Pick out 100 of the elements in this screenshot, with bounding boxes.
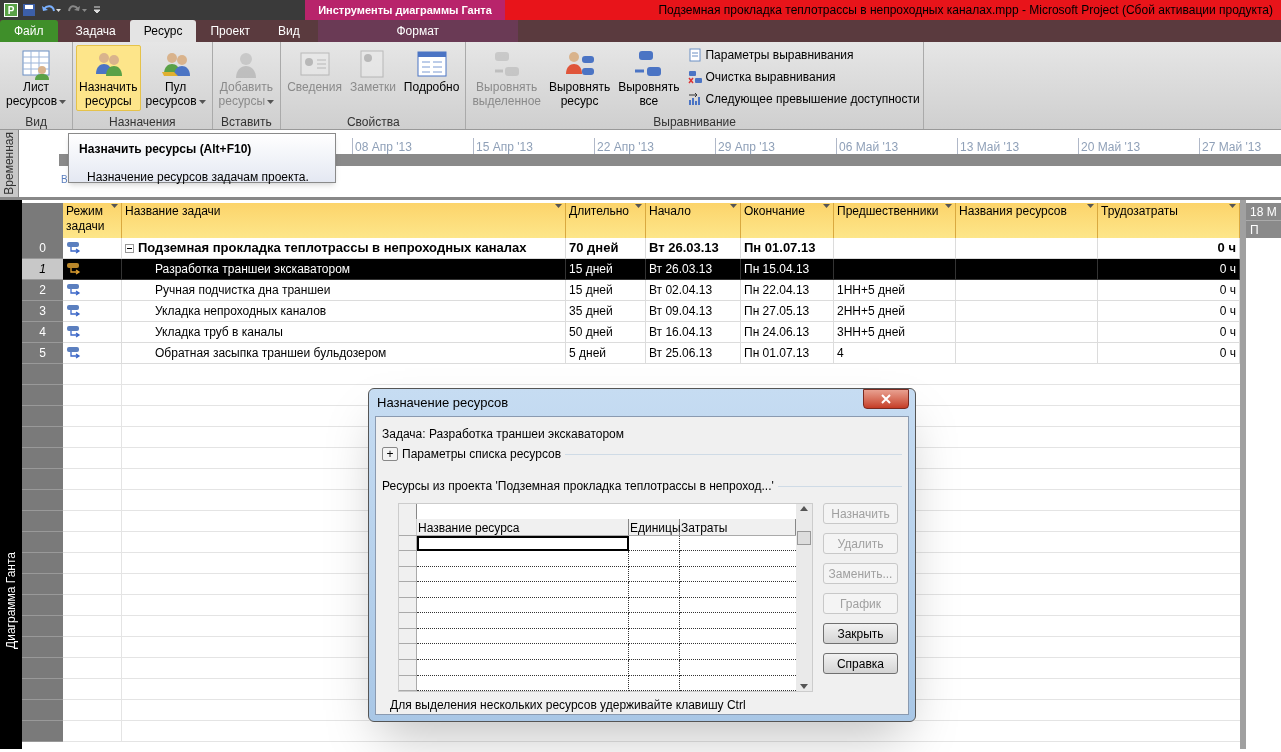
- finish-cell-text: Пн 24.06.13: [744, 324, 810, 341]
- tooltip-description: Назначение ресурсов задачам проекта.: [86, 169, 310, 186]
- column-header[interactable]: Режим задачи: [63, 203, 122, 238]
- row-number[interactable]: 5: [22, 343, 63, 364]
- close-button[interactable]: [863, 388, 909, 409]
- grid-cell[interactable]: [629, 659, 680, 676]
- ribbon-button[interactable]: Лист ресурсов: [3, 45, 70, 111]
- finish-cell-text: Пн 01.07.13: [744, 345, 810, 362]
- grid-cell[interactable]: [629, 628, 680, 645]
- column-header[interactable]: Название задачи: [122, 203, 566, 238]
- window-title: Подземная прокладка теплотрассы в непроходных каналах.mpp - Microsoft Project (Сбой активации продукта): [657, 2, 1274, 19]
- work-cell-text: 0 ч: [1219, 261, 1236, 278]
- ribbon-button[interactable]: Выровнять все: [615, 45, 683, 111]
- grid-cell[interactable]: [417, 597, 629, 614]
- grid-cell[interactable]: [417, 535, 629, 552]
- expand-button[interactable]: +: [382, 447, 398, 461]
- ribbon-button[interactable]: Назначить ресурсы: [76, 45, 141, 111]
- context-tab-title: Инструменты диаграммы Ганта: [305, 0, 505, 20]
- column-header[interactable]: Названия ресурсов: [956, 203, 1098, 238]
- grid-cell[interactable]: [629, 644, 680, 660]
- ribbon-tab[interactable]: Проект: [196, 20, 264, 42]
- view-label: Диаграмма Ганта: [3, 552, 19, 649]
- row-number[interactable]: 0: [22, 238, 63, 259]
- group-label: Свойства: [345, 114, 401, 129]
- ribbon-tab[interactable]: Ресурс: [129, 20, 197, 42]
- duration-cell-text: 15 дней: [569, 282, 613, 299]
- grid-cell[interactable]: [629, 613, 680, 629]
- group-label: Выравнивание: [652, 114, 737, 129]
- options-label: Параметры списка ресурсов: [402, 446, 562, 463]
- scroll-thumb[interactable]: [797, 530, 811, 545]
- ribbon-small-button[interactable]: Следующее превышение доступности: [688, 89, 920, 108]
- ribbon-tab[interactable]: Формат: [317, 20, 518, 42]
- work-cell-text: 0 ч: [1219, 282, 1236, 299]
- grid-cell[interactable]: [417, 582, 629, 598]
- scroll-down-icon[interactable]: [800, 684, 808, 689]
- column-header[interactable]: Окончание: [741, 203, 834, 238]
- ribbon-small-button[interactable]: Параметры выравнивания: [688, 45, 920, 64]
- save-icon[interactable]: [22, 3, 36, 17]
- caret-icon: [267, 99, 275, 104]
- work-cell-text: 0 ч: [1219, 345, 1236, 362]
- grid-cell[interactable]: [417, 675, 629, 691]
- start-cell-text: Вт 16.04.13: [649, 324, 713, 341]
- ribbon-small-button[interactable]: Очистка выравнивания: [688, 67, 920, 86]
- row-number[interactable]: 3: [22, 301, 63, 322]
- start-cell-text: Вт 26.03.13: [649, 239, 719, 258]
- grid-column-header: Единицы: [629, 518, 680, 535]
- resource-grid[interactable]: Название ресурса ЕдиницыЗатраты: [398, 503, 813, 692]
- caret-icon: [198, 99, 206, 104]
- row-number[interactable]: 4: [22, 322, 63, 343]
- task-name: Обратная засыпка траншеи бульдозером: [154, 345, 387, 362]
- grid-cell[interactable]: [629, 551, 680, 567]
- ribbon-button[interactable]: Подробно: [400, 45, 463, 111]
- column-header[interactable]: Длительно: [566, 203, 646, 238]
- caret-icon: [111, 204, 118, 208]
- corner-cell[interactable]: [22, 203, 63, 238]
- grid-cell[interactable]: [417, 628, 629, 645]
- grid-cell[interactable]: [629, 582, 680, 598]
- grid-corner: [399, 504, 417, 519]
- caret-icon: [635, 204, 642, 208]
- grid-cell[interactable]: [629, 597, 680, 614]
- scrollbar[interactable]: [796, 504, 812, 691]
- row-number[interactable]: 2: [22, 280, 63, 301]
- ribbon-button[interactable]: Пул ресурсов: [142, 45, 209, 111]
- grid-cell[interactable]: [417, 659, 629, 676]
- caret-icon: [945, 204, 952, 208]
- caret-icon: [1087, 204, 1094, 208]
- grid-cell[interactable]: [417, 644, 629, 660]
- grid-cell[interactable]: [417, 566, 629, 583]
- dialog-button[interactable]: Справка: [823, 653, 898, 674]
- work-cell-text: 0 ч: [1217, 239, 1236, 258]
- caret-icon: [730, 204, 737, 208]
- dialog-button[interactable]: Закрыть: [823, 623, 898, 644]
- caret-icon: [1229, 204, 1236, 208]
- grid-cell[interactable]: [629, 675, 680, 691]
- grid-cell[interactable]: [417, 551, 629, 567]
- predecessors-cell: 3НН+5 дней: [834, 322, 956, 343]
- column-header[interactable]: Трудозатраты: [1098, 203, 1240, 238]
- scroll-up-icon[interactable]: [800, 506, 808, 511]
- task-name: Укладка труб в каналы: [154, 324, 283, 341]
- app-logo: P: [4, 3, 18, 17]
- task-name: Подземная прокладка теплотрассы в непроходных каналах: [138, 239, 527, 258]
- ribbon-tab[interactable]: Файл: [0, 20, 58, 42]
- ribbon-button[interactable]: Выровнять ресурс: [546, 45, 614, 111]
- grid-cell[interactable]: [629, 535, 680, 552]
- start-cell-text: Вт 25.06.13: [649, 345, 713, 362]
- column-header[interactable]: Начало: [646, 203, 741, 238]
- gantt-period-header: 18 М: [1246, 203, 1281, 221]
- ribbon-tab[interactable]: Задача: [61, 20, 130, 42]
- group-label: Назначения: [108, 114, 177, 129]
- grid-cell[interactable]: [417, 613, 629, 629]
- collapse-icon[interactable]: [125, 243, 134, 253]
- tooltip-title: Назначить ресурсы (Alt+F10): [79, 141, 253, 158]
- start-cell-text: Вт 09.04.13: [649, 303, 713, 320]
- grid-cell[interactable]: [629, 566, 680, 583]
- column-header[interactable]: Предшественники: [834, 203, 956, 238]
- ribbon-tab[interactable]: Вид: [264, 20, 314, 42]
- sheet-icon: [20, 48, 53, 80]
- grid-column-header: Название ресурса: [417, 518, 629, 535]
- dialog-title: Назначение ресурсов: [376, 393, 509, 412]
- row-number[interactable]: 1: [22, 259, 63, 280]
